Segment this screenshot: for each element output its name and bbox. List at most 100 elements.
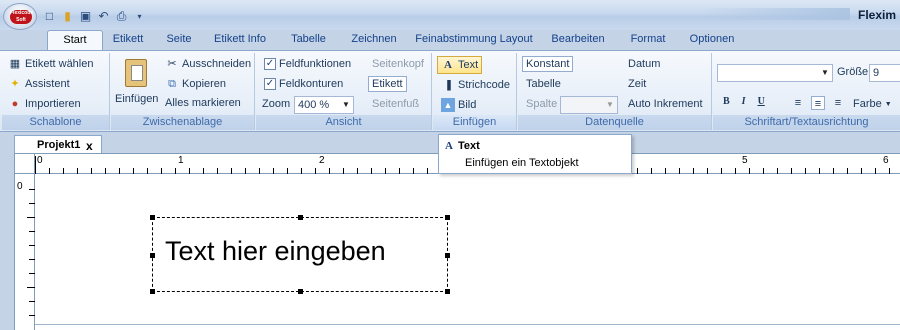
insert-text-button[interactable]: A Text xyxy=(437,56,483,74)
insert-image-button[interactable]: ▲ Bild xyxy=(441,98,476,112)
align-left-icon[interactable]: ≡ xyxy=(791,96,805,110)
assistent-label: Assistent xyxy=(25,78,70,90)
etikett-view-button[interactable]: Etikett xyxy=(368,76,407,92)
resize-handle[interactable] xyxy=(445,215,450,220)
check-icon: ✓ xyxy=(264,78,276,90)
color-button[interactable]: Farbe ▼ xyxy=(853,98,892,110)
tab-optionen[interactable]: Optionen xyxy=(682,30,742,50)
align-right-icon[interactable]: ≡ xyxy=(831,96,845,110)
kopieren-label: Kopieren xyxy=(182,78,227,90)
seitenfuss-button[interactable]: Seitenfuß xyxy=(372,98,419,110)
zeit-label: Zeit xyxy=(628,78,647,90)
ribbon: ▦ Etikett wählen ✦ Assistent ● Importier… xyxy=(0,50,900,132)
font-size-value: 9 xyxy=(873,67,880,79)
ruler-tick xyxy=(329,168,330,174)
tab-format[interactable]: Format xyxy=(614,30,682,50)
font-size-label: Größe xyxy=(837,66,869,78)
importieren-button[interactable]: ● Importieren xyxy=(8,97,81,111)
close-icon[interactable]: x xyxy=(86,139,93,153)
datum-button[interactable]: Datum xyxy=(628,58,660,70)
ruler-tick xyxy=(91,168,92,174)
spalte-select[interactable]: ▼ xyxy=(560,96,618,114)
tab-seite[interactable]: Seite xyxy=(153,30,205,50)
tab-zeichnen[interactable]: Zeichnen xyxy=(342,30,406,50)
insert-barcode-label: Strichcode xyxy=(458,79,510,91)
horizontal-scrollbar[interactable] xyxy=(35,324,900,330)
paste-label: Einfügen xyxy=(115,93,159,105)
seitenkopf-button[interactable]: Seitenkopf xyxy=(372,58,424,70)
ausschneiden-label: Ausschneiden xyxy=(182,58,252,70)
zeit-button[interactable]: Zeit xyxy=(628,78,646,90)
tab-etikett[interactable]: Etikett xyxy=(103,30,153,50)
feldkonturen-checkbox[interactable]: ✓ Feldkonturen xyxy=(264,78,343,90)
zoom-select[interactable]: 400 % ▼ xyxy=(294,96,354,114)
print-icon[interactable]: ⎙ xyxy=(114,9,129,24)
new-file-icon[interactable]: □ xyxy=(42,9,57,24)
tabelle-source-label: Tabelle xyxy=(526,78,561,90)
ruler-tick xyxy=(161,168,162,174)
ruler-tick xyxy=(287,168,288,174)
tab-etikett-info[interactable]: Etikett Info xyxy=(205,30,275,50)
font-size-input[interactable]: 9 xyxy=(869,64,900,82)
text-field[interactable]: Text hier eingeben xyxy=(150,215,450,294)
resize-handle[interactable] xyxy=(150,253,155,258)
etikett-waehlen-button[interactable]: ▦ Etikett wählen xyxy=(8,57,94,71)
assistent-button[interactable]: ✦ Assistent xyxy=(8,77,70,91)
kopieren-button[interactable]: ⧉ Kopieren xyxy=(165,77,226,91)
ruler-number: 5 xyxy=(742,155,748,166)
resize-handle[interactable] xyxy=(445,289,450,294)
ruler-tick xyxy=(203,168,204,174)
logo-icon: Flexicode Soft xyxy=(10,10,34,24)
ruler-tick xyxy=(889,168,890,174)
insert-barcode-button[interactable]: ||| Strichcode xyxy=(441,78,510,92)
document-tab-projekt1[interactable]: Projekt1 x xyxy=(14,135,102,153)
italic-button[interactable]: I xyxy=(742,96,746,107)
application-menu-button[interactable]: Flexicode Soft xyxy=(3,3,37,30)
resize-handle[interactable] xyxy=(445,253,450,258)
paste-button[interactable]: Einfügen xyxy=(115,57,159,113)
ruler-number: 2 xyxy=(319,155,325,166)
feldfunktionen-checkbox[interactable]: ✓ Feldfunktionen xyxy=(264,58,351,70)
save-icon[interactable]: ▣ xyxy=(78,9,93,24)
tab-bearbeiten[interactable]: Bearbeiten xyxy=(542,30,614,50)
open-folder-icon[interactable]: ▮ xyxy=(60,9,75,24)
bold-button[interactable]: B xyxy=(723,96,730,107)
font-family-select[interactable]: ▼ xyxy=(717,64,833,82)
text-field-content[interactable]: Text hier eingeben xyxy=(165,236,386,267)
customize-toolbar-icon[interactable]: ▾ xyxy=(132,9,147,24)
group-datenquelle: Konstant Tabelle Spalte ▼ Datum Zeit Aut… xyxy=(518,53,712,130)
undo-icon[interactable]: ↶ xyxy=(96,9,111,24)
auto-inkrement-button[interactable]: Auto Inkrement xyxy=(628,98,703,110)
konstant-button[interactable]: Konstant xyxy=(522,56,574,72)
tab-tabelle[interactable]: Tabelle xyxy=(275,30,342,50)
ruler-tick xyxy=(735,168,736,174)
ruler-tick xyxy=(273,168,274,174)
ruler-tick xyxy=(231,168,232,174)
quick-access-toolbar: □ ▮ ▣ ↶ ⎙ ▾ xyxy=(42,7,147,25)
label-canvas[interactable]: 0123456 0 Text hier eingeben xyxy=(14,153,900,330)
ruler-tick xyxy=(665,168,666,174)
auto-inkrement-label: Auto Inkrement xyxy=(628,98,703,110)
datum-label: Datum xyxy=(628,58,661,70)
resize-handle[interactable] xyxy=(150,289,155,294)
resize-handle[interactable] xyxy=(298,215,303,220)
ruler-tick xyxy=(315,168,316,174)
alles-markieren-button[interactable]: Alles markieren xyxy=(165,97,241,109)
ruler-tick xyxy=(217,168,218,174)
tabelle-source-button[interactable]: Tabelle xyxy=(526,78,561,90)
ruler-number: 6 xyxy=(883,155,889,166)
seitenkopf-label: Seitenkopf xyxy=(372,58,424,70)
ruler-tick xyxy=(833,168,834,174)
tab-feinabstimmung-layout[interactable]: Feinabstimmung Layout xyxy=(406,30,542,50)
ruler-tick xyxy=(357,168,358,174)
ausschneiden-button[interactable]: ✂ Ausschneiden xyxy=(165,57,251,71)
tab-start[interactable]: Start xyxy=(47,30,103,50)
tooltip-title-text: Text xyxy=(457,140,480,152)
underline-button[interactable]: U xyxy=(758,96,765,107)
group-label-ansicht: Ansicht xyxy=(256,115,431,130)
ruler-tick xyxy=(35,156,36,174)
align-center-icon[interactable]: ≡ xyxy=(811,96,825,110)
resize-handle[interactable] xyxy=(298,289,303,294)
spalte-label-wrap: Spalte xyxy=(526,98,557,110)
resize-handle[interactable] xyxy=(150,215,155,220)
